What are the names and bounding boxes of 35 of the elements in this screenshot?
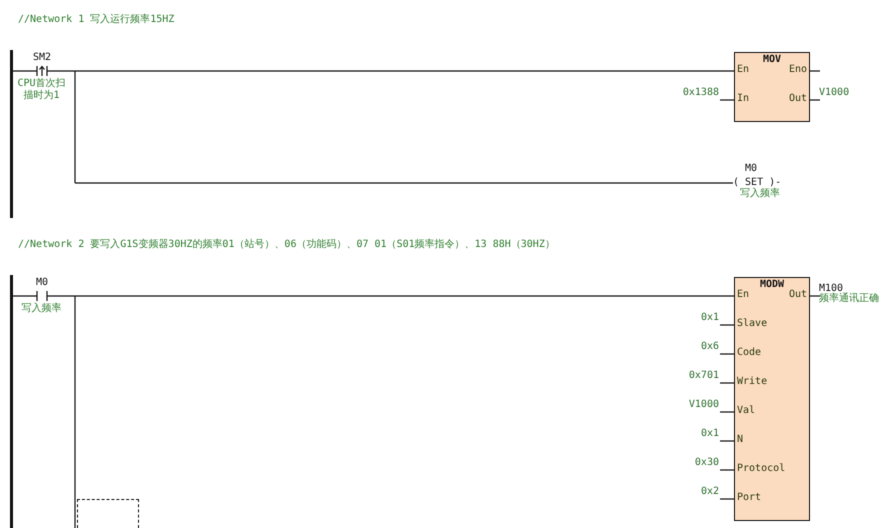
pin-label: Code [737,347,762,359]
pin-label: Out [788,289,807,301]
contact-note: CPU首次扫描时为1 [16,78,67,102]
operand: 0x1 [700,428,719,440]
pin-label: Out [788,93,807,105]
pin-label: Eno [788,64,807,76]
pin-label: Port [737,492,762,504]
operand: 0x30 [694,457,719,469]
block-title: MOV [762,54,782,66]
operand: 0x1 [700,312,719,324]
contact-address: M0 [36,277,48,289]
operand: V1000 [819,87,850,99]
operand: 0x1388 [682,87,719,99]
set-coil: ( SET )- [733,177,782,188]
network-comment: //Network 2 要写入G1S变频器30HZ的频率01（站号）、06（功能码）、07 01（S01频率指令）、13 88H（30HZ） [18,239,555,250]
pin-label: Slave [737,318,768,330]
pin-label: Val [737,405,756,417]
pin-label: En [737,64,750,76]
coil-note: 写入频率 [740,188,780,200]
contact-note: 写入频率 [20,303,62,315]
operand: V1000 [688,399,719,411]
output-note: 频率通讯正确 [819,293,879,305]
operand: 0x701 [688,370,719,382]
contact-address: SM2 [32,52,52,64]
network-comment: //Network 1 写入运行频率15HZ [18,14,174,25]
operand: M100 [819,283,844,294]
pin-label: N [737,434,744,446]
pin-label: En [737,289,750,301]
operand: 0x6 [700,341,719,353]
operand: 0x2 [700,486,719,498]
pin-label: In [737,93,750,105]
block-title: MODW [760,279,784,291]
coil-address: M0 [744,163,758,175]
pin-label: Write [737,376,768,388]
pin-label: Protocol [737,463,786,475]
